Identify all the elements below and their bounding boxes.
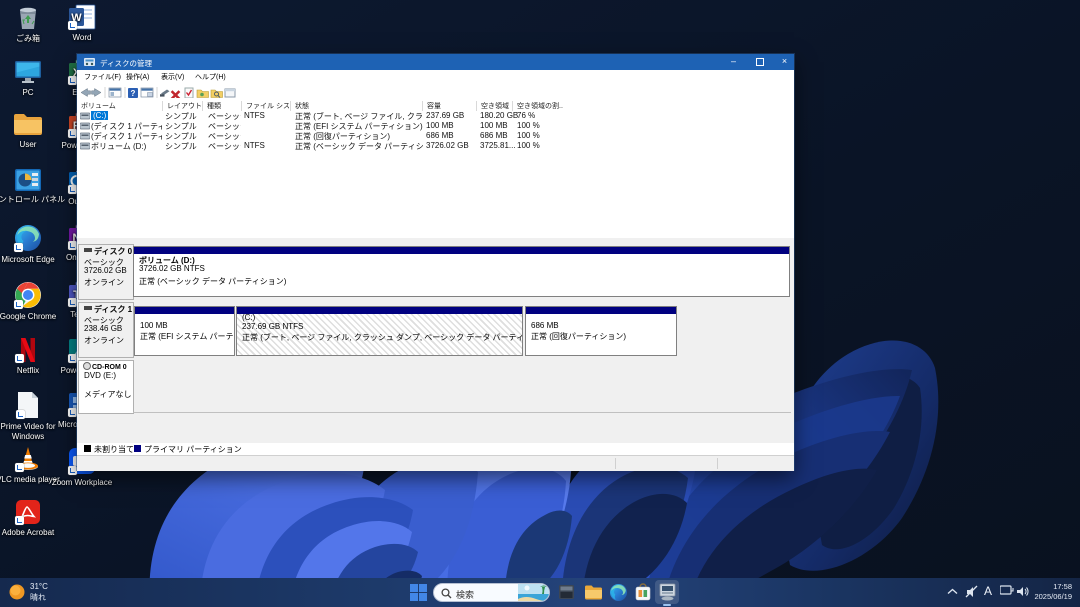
svg-text:?: ? (131, 89, 136, 98)
